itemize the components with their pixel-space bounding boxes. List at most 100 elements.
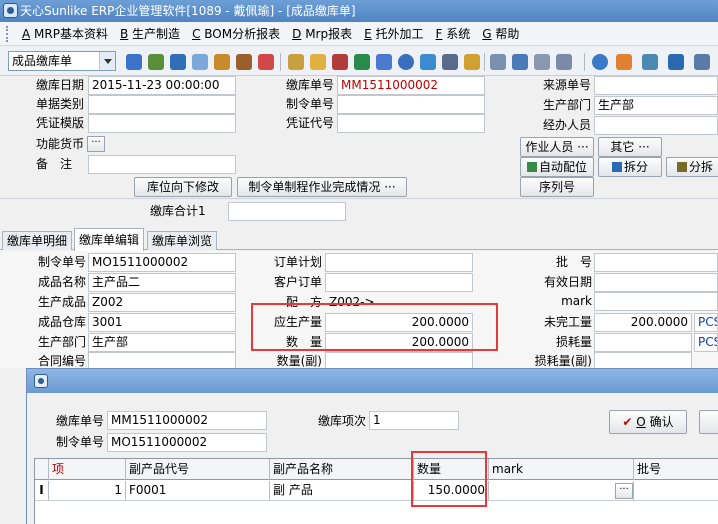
cell-name[interactable]: 副 产品: [270, 481, 414, 501]
byproduct-grid: 项 副产品代号 副产品名称 数量 mark 批号 I 1 F0001 副 产品 …: [34, 458, 718, 524]
cell-mark[interactable]: [489, 481, 634, 501]
search-doc-icon[interactable]: [642, 54, 658, 70]
loss-field[interactable]: [594, 333, 692, 352]
menu-mrp-report[interactable]: D Mrp报表: [286, 23, 358, 45]
mark-picker-button[interactable]: ···: [615, 483, 633, 499]
auto-allocate-icon: [526, 162, 537, 172]
serial-number-button[interactable]: 序列号: [520, 177, 594, 197]
dialog-app-icon: [34, 374, 48, 388]
menu-system[interactable]: F 系统: [430, 23, 477, 45]
split-detail-button[interactable]: 分拆: [666, 157, 718, 177]
remark-field[interactable]: [88, 155, 236, 174]
auto-allocate-button[interactable]: 自动配位: [520, 157, 594, 177]
bookmark-icon[interactable]: [332, 54, 348, 70]
dialog-item-field[interactable]: 1: [369, 411, 459, 430]
confirm-button[interactable]: ✔ O 确认: [609, 410, 687, 434]
grid-icon[interactable]: [354, 54, 370, 70]
document-icon[interactable]: [512, 54, 528, 70]
detail-dept-field[interactable]: 生产部: [88, 333, 236, 352]
cancel-button[interactable]: [699, 410, 718, 434]
date-field[interactable]: 2015-11-23 00:00:00: [88, 76, 236, 95]
users-icon[interactable]: [288, 54, 304, 70]
dept-field[interactable]: 生产部: [594, 96, 718, 115]
currency-icon[interactable]: [464, 54, 480, 70]
copy-icon[interactable]: [556, 54, 572, 70]
voucher-template-field[interactable]: [88, 114, 236, 133]
save-icon[interactable]: [170, 54, 186, 70]
order-no-label: 缴库单号: [286, 78, 335, 92]
warehouse-field[interactable]: 3001: [88, 313, 236, 332]
chevron-down-icon[interactable]: [99, 52, 115, 70]
table-row[interactable]: I 1 F0001 副 产品 150.0000 ···: [35, 481, 718, 501]
row-marker: I: [35, 481, 49, 501]
alert-icon[interactable]: [616, 54, 632, 70]
mail-icon[interactable]: [310, 54, 326, 70]
menu-outsourcing[interactable]: E 托外加工: [358, 23, 429, 45]
expiry-field[interactable]: [594, 273, 718, 292]
new-doc-icon[interactable]: [126, 54, 142, 70]
doc-type-select[interactable]: 成品缴库单: [8, 51, 116, 71]
barcode-icon[interactable]: [442, 54, 458, 70]
order-no-field[interactable]: MM1511000002: [337, 76, 485, 95]
product-name-field[interactable]: 主产品二: [88, 273, 236, 292]
col-batch[interactable]: 批号: [634, 459, 718, 480]
unfinished-field[interactable]: 200.0000: [594, 313, 692, 332]
loss-unit-field[interactable]: PCS: [694, 333, 718, 352]
tab-browse[interactable]: 缴库单浏览: [147, 231, 218, 250]
list-icon[interactable]: [534, 54, 550, 70]
check-icon[interactable]: [592, 54, 608, 70]
dialog-no-label: 缴库单号: [56, 414, 105, 428]
handler-field[interactable]: [594, 116, 718, 135]
currency-picker-button[interactable]: ···: [87, 136, 105, 152]
other-button[interactable]: 其它 ···: [598, 137, 662, 157]
home-icon[interactable]: [258, 54, 274, 70]
work-order-field[interactable]: [337, 95, 485, 114]
dialog-order-field[interactable]: MO1511000002: [107, 433, 267, 452]
import-icon[interactable]: [420, 54, 436, 70]
dialog-no-field[interactable]: MM1511000002: [107, 411, 267, 430]
dept-label: 生产部门: [543, 98, 592, 112]
customer-order-field[interactable]: [325, 273, 473, 292]
col-code[interactable]: 副产品代号: [126, 459, 270, 480]
help-icon[interactable]: [398, 54, 414, 70]
menu-grip-icon: [6, 25, 12, 42]
cell-seq[interactable]: 1: [49, 481, 126, 501]
process-status-button[interactable]: 制令单制程作业完成情况 ···: [237, 177, 407, 197]
chart-icon[interactable]: [376, 54, 392, 70]
tab-detail[interactable]: 缴库单明细: [2, 231, 73, 250]
col-mark[interactable]: mark: [489, 459, 634, 480]
menu-mrp-basic[interactable]: A MRP基本资料: [16, 23, 114, 45]
app-icon: [3, 3, 18, 18]
grid-header: 项 副产品代号 副产品名称 数量 mark 批号: [35, 459, 718, 480]
voucher-code-label: 凭证代号: [286, 116, 335, 130]
col-seq[interactable]: 项: [49, 459, 126, 480]
org-chart-icon[interactable]: [668, 54, 684, 70]
menu-bom-report[interactable]: C BOM分析报表: [186, 23, 286, 45]
cell-code[interactable]: F0001: [126, 481, 270, 501]
tree-icon[interactable]: [694, 54, 710, 70]
link-icon[interactable]: [490, 54, 506, 70]
window-title: 天心Sunlike ERP企业管理软件[1089 - 戴佩瑜] - [成品缴库单…: [20, 4, 356, 18]
detail-order-field[interactable]: MO1511000002: [88, 253, 236, 272]
voucher-code-field[interactable]: [337, 114, 485, 133]
location-modify-button[interactable]: 库位向下修改: [134, 177, 232, 197]
operator-button[interactable]: 作业人员 ···: [520, 137, 594, 157]
mark-field[interactable]: [594, 292, 718, 311]
edit-icon[interactable]: [148, 54, 164, 70]
open-folder-icon[interactable]: [214, 54, 230, 70]
print-preview-icon[interactable]: [192, 54, 208, 70]
unit-field[interactable]: PCS: [694, 313, 718, 332]
tab-edit[interactable]: 缴库单编辑: [74, 228, 145, 251]
split-button[interactable]: 拆分: [598, 157, 662, 177]
col-name[interactable]: 副产品名称: [270, 459, 414, 480]
briefcase-icon[interactable]: [236, 54, 252, 70]
menu-production[interactable]: B 生产制造: [114, 23, 186, 45]
menu-help[interactable]: G 帮助: [476, 23, 525, 45]
plan-field[interactable]: [325, 253, 473, 272]
product-field[interactable]: Z002: [88, 293, 236, 312]
source-no-field[interactable]: [594, 76, 718, 95]
unfinished-label: 未完工量: [543, 315, 592, 329]
doc-type-field[interactable]: [88, 95, 236, 114]
batch-field[interactable]: [594, 253, 718, 272]
cell-batch[interactable]: [634, 481, 718, 501]
